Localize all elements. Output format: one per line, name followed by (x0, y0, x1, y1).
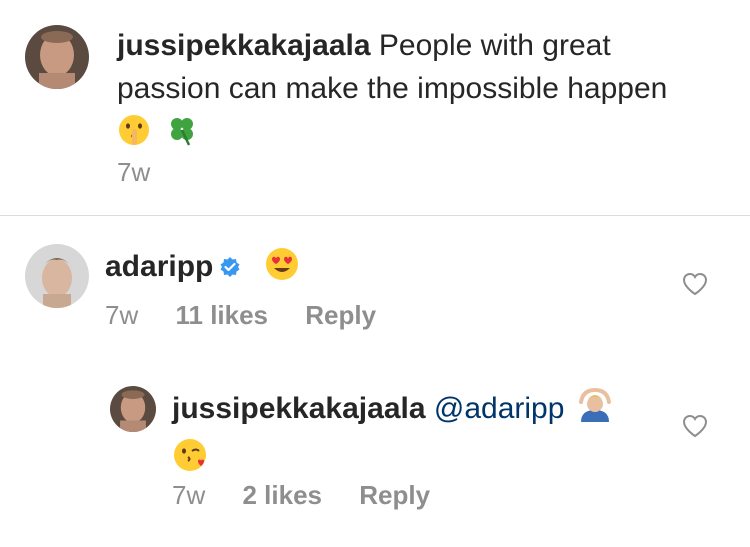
comment-2-text: jussipekkakajaala @adaripp (172, 387, 652, 485)
comment-1-time: 7w (105, 300, 139, 330)
comment-2-like-heart-icon[interactable] (682, 414, 708, 438)
comment-1-text: adaripp (105, 245, 300, 294)
comment-1-like-heart-icon[interactable] (682, 272, 708, 296)
divider (0, 215, 750, 216)
four-leaf-clover-icon (165, 113, 199, 159)
comment-2-meta: 7w 2 likes Reply (172, 480, 460, 511)
comment-1-likes[interactable]: 11 likes (175, 300, 268, 330)
shushing-face-icon (117, 113, 151, 159)
verified-badge-icon (219, 247, 241, 290)
comment-1-meta: 7w 11 likes Reply (105, 300, 406, 331)
comment-2-reply-button[interactable]: Reply (359, 480, 430, 510)
comment-avatar-adaripp[interactable] (25, 244, 89, 308)
face-blowing-kiss-icon (172, 437, 208, 485)
comment-1-reply-button[interactable]: Reply (305, 300, 376, 330)
caption-avatar[interactable] (25, 25, 89, 89)
comment-2-username[interactable]: jussipekkakajaala (172, 392, 426, 425)
caption-text: jussipekkakajaala People with great pass… (117, 24, 677, 159)
reply-avatar[interactable] (110, 386, 156, 432)
comment-1-username[interactable]: adaripp (105, 250, 213, 283)
comment-2-likes[interactable]: 2 likes (242, 480, 322, 510)
caption-time: 7w (117, 157, 151, 187)
caption-meta: 7w (117, 157, 180, 188)
heart-eyes-icon (264, 246, 300, 294)
comment-2-time: 7w (172, 480, 206, 510)
comment-2-mention[interactable]: @adaripp (434, 392, 565, 425)
person-gesturing-ok-icon (577, 387, 613, 436)
caption-username[interactable]: jussipekkakajaala (117, 29, 371, 62)
